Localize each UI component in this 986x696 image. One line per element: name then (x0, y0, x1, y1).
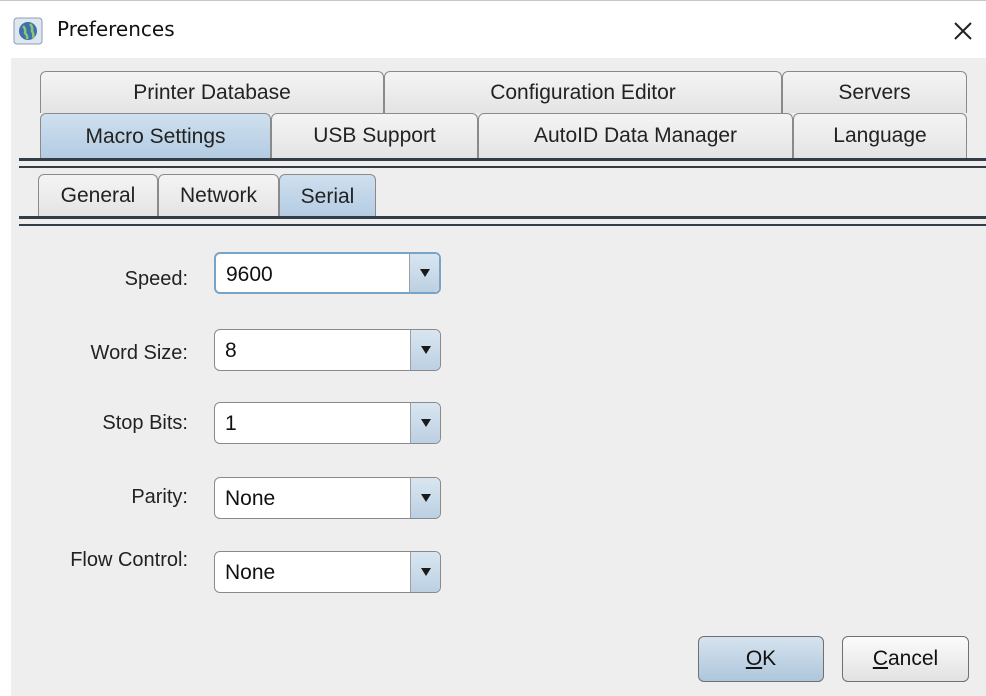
speed-value: 9600 (226, 263, 273, 286)
tab-usb-support[interactable]: USB Support (271, 113, 478, 158)
chevron-down-icon[interactable] (410, 478, 440, 518)
flow-control-value: None (225, 561, 276, 584)
subtab-divider (19, 216, 986, 219)
chevron-down-icon[interactable] (410, 552, 440, 592)
tab-divider (19, 158, 986, 161)
word-size-select[interactable]: 8 (214, 329, 441, 371)
word-size-label: Word Size: (90, 342, 188, 364)
tab-servers[interactable]: Servers (782, 71, 967, 113)
close-icon[interactable] (946, 15, 980, 47)
stop-bits-value: 1 (225, 412, 237, 435)
ok-button[interactable]: OK (698, 636, 824, 682)
cancel-button[interactable]: Cancel (842, 636, 969, 682)
tab-language[interactable]: Language (793, 113, 967, 158)
tab-configuration-editor[interactable]: Configuration Editor (384, 71, 782, 113)
window-title: Preferences (57, 17, 175, 41)
tab-printer-database[interactable]: Printer Database (40, 71, 384, 113)
tab-macro-settings[interactable]: Macro Settings (40, 113, 271, 159)
tab-divider-lower (19, 166, 986, 168)
flow-control-select[interactable]: None (214, 551, 441, 593)
flow-control-label: Flow Control: (70, 549, 188, 571)
parity-label: Parity: (131, 486, 188, 508)
parity-value: None (225, 487, 276, 510)
stop-bits-label: Stop Bits: (102, 412, 188, 434)
preferences-panel: Printer Database Configuration Editor Se… (11, 58, 986, 696)
subtab-general[interactable]: General (38, 174, 158, 216)
chevron-down-icon[interactable] (410, 403, 440, 443)
title-bar: Preferences (0, 0, 986, 59)
chevron-down-icon[interactable] (410, 330, 440, 370)
speed-select[interactable]: 9600 (214, 252, 441, 294)
stop-bits-select[interactable]: 1 (214, 402, 441, 444)
speed-label: Speed: (124, 268, 188, 290)
parity-select[interactable]: None (214, 477, 441, 519)
subtab-divider-lower (19, 224, 986, 226)
subtab-serial[interactable]: Serial (279, 174, 376, 218)
word-size-value: 8 (225, 339, 237, 362)
tab-autoid-data-manager[interactable]: AutoID Data Manager (478, 113, 793, 158)
globe-icon (13, 17, 43, 45)
subtab-network[interactable]: Network (158, 174, 279, 216)
chevron-down-icon[interactable] (409, 254, 439, 292)
